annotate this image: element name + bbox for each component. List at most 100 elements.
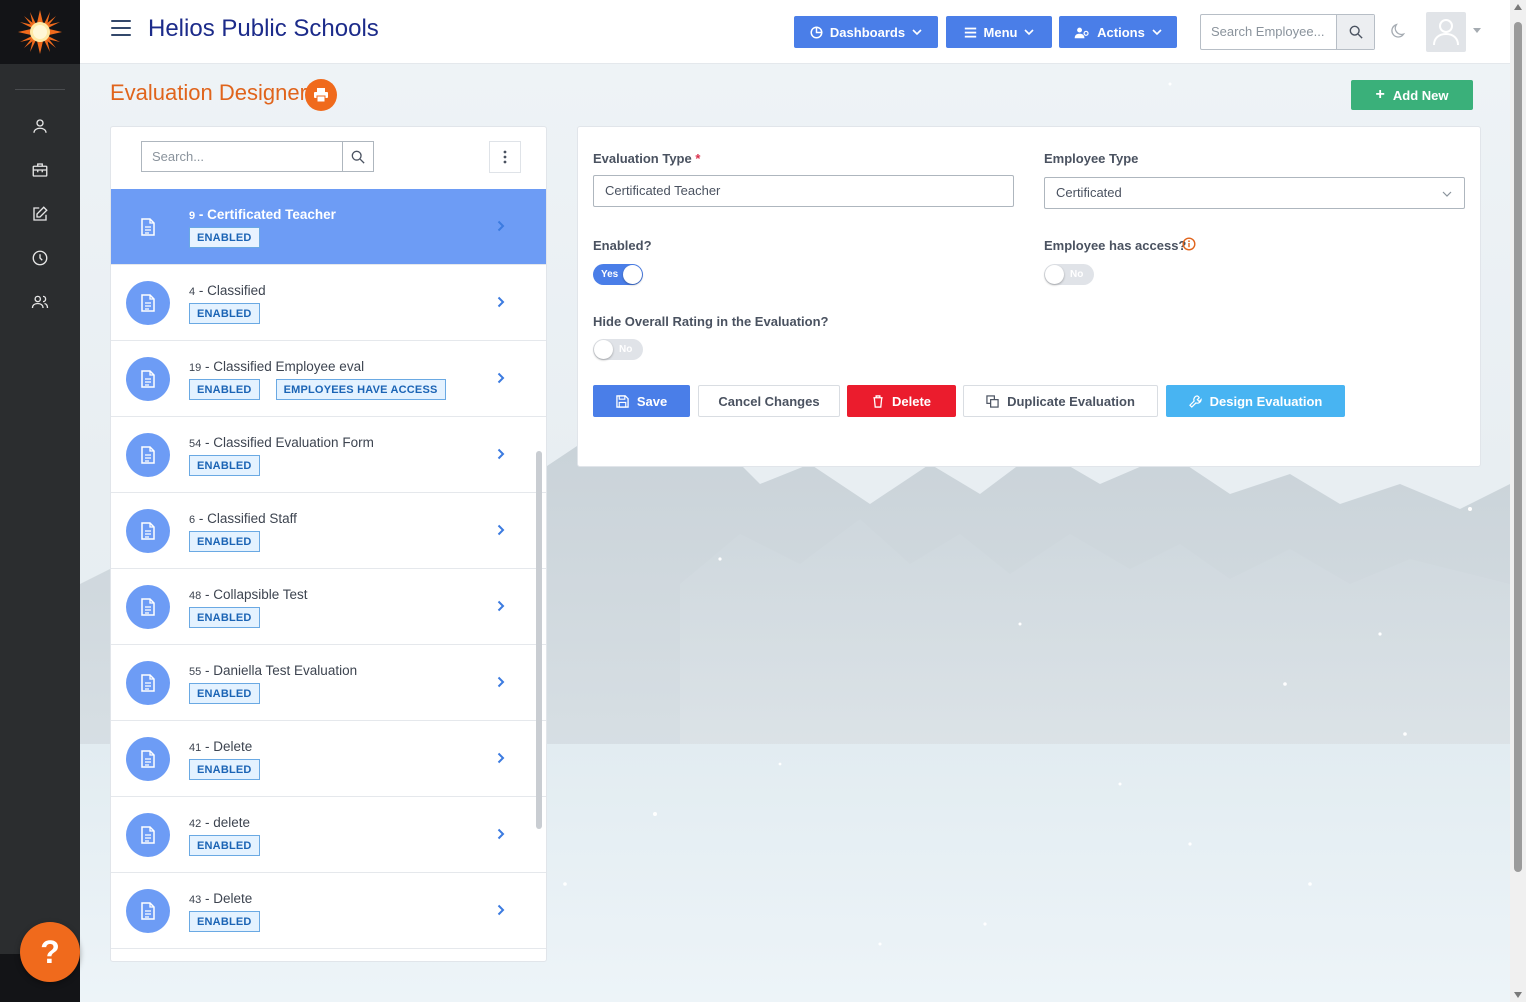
evaluation-list-panel: Search... 9 - Certificated Teacher ENABL… bbox=[110, 126, 547, 962]
scroll-down-icon[interactable] bbox=[1514, 992, 1522, 998]
emp-type-label: Employee Type bbox=[1044, 151, 1139, 166]
status-badge: ENABLED bbox=[189, 683, 260, 704]
add-new-button[interactable]: + Add New bbox=[1351, 80, 1473, 110]
list-item-name: Classified Staff bbox=[207, 511, 297, 526]
list-item[interactable]: 19 - Classified Employee eval ENABLED EMP… bbox=[111, 341, 546, 417]
list-options-button[interactable] bbox=[489, 141, 521, 173]
list-search-button[interactable] bbox=[342, 142, 373, 171]
list-item[interactable]: 9 - Certificated Teacher ENABLED bbox=[111, 189, 546, 265]
document-icon bbox=[141, 598, 155, 616]
list-search-input[interactable]: Search... bbox=[142, 142, 342, 171]
sun-logo-icon bbox=[18, 10, 62, 54]
chevron-right-icon[interactable] bbox=[497, 524, 505, 536]
document-icon-circle bbox=[126, 509, 170, 553]
chevron-right-icon[interactable] bbox=[497, 372, 505, 384]
duplicate-evaluation-button[interactable]: Duplicate Evaluation bbox=[963, 385, 1158, 417]
sidebar-item-jobs[interactable] bbox=[0, 148, 80, 192]
list-item-badges: ENABLED bbox=[189, 835, 260, 856]
list-item-number: 9 bbox=[189, 210, 196, 222]
chevron-right-icon[interactable] bbox=[497, 828, 505, 840]
edit-icon bbox=[33, 206, 48, 221]
delete-label: Delete bbox=[891, 393, 932, 409]
list-item[interactable]: 43 - Delete ENABLED bbox=[111, 873, 546, 949]
list-item-number: 43 bbox=[189, 894, 202, 906]
save-button[interactable]: Save bbox=[593, 385, 690, 417]
page-scrollbar[interactable] bbox=[1510, 0, 1526, 1002]
required-marker: * bbox=[695, 151, 701, 166]
list-item-badges: ENABLED bbox=[189, 227, 260, 248]
menu-button[interactable]: Menu bbox=[946, 16, 1052, 48]
document-icon bbox=[141, 902, 155, 920]
avatar-caret-icon[interactable] bbox=[1473, 28, 1481, 33]
status-badge: ENABLED bbox=[189, 531, 260, 552]
employee-search-input[interactable]: Search Employee... bbox=[1201, 15, 1336, 49]
cancel-changes-button[interactable]: Cancel Changes bbox=[698, 385, 840, 417]
scrollbar-thumb[interactable] bbox=[1514, 22, 1522, 872]
chevron-right-icon[interactable] bbox=[497, 752, 505, 764]
employee-search[interactable]: Search Employee... bbox=[1200, 14, 1375, 50]
design-evaluation-button[interactable]: Design Evaluation bbox=[1166, 385, 1345, 417]
status-badge: ENABLED bbox=[189, 607, 260, 628]
list-item[interactable]: 55 - Daniella Test Evaluation ENABLED bbox=[111, 645, 546, 721]
print-button[interactable] bbox=[305, 79, 337, 111]
search-icon bbox=[1349, 25, 1363, 39]
toggle-knob bbox=[594, 340, 613, 359]
add-new-label: Add New bbox=[1392, 87, 1449, 103]
list-item[interactable]: 42 - delete ENABLED bbox=[111, 797, 546, 873]
avatar[interactable] bbox=[1426, 12, 1466, 52]
emp-access-toggle[interactable]: No bbox=[1044, 264, 1094, 285]
document-icon bbox=[141, 446, 155, 464]
status-badge: ENABLED bbox=[189, 835, 260, 856]
dark-mode-toggle[interactable] bbox=[1390, 22, 1408, 43]
list-item-badges: ENABLED bbox=[189, 303, 260, 324]
sidebar-item-groups[interactable] bbox=[0, 280, 80, 324]
document-icon-circle bbox=[126, 889, 170, 933]
actions-button[interactable]: Actions bbox=[1059, 16, 1177, 48]
chevron-right-icon[interactable] bbox=[497, 600, 505, 612]
sidebar-item-evaluations[interactable] bbox=[0, 192, 80, 236]
scroll-up-icon[interactable] bbox=[1514, 4, 1522, 10]
dashboards-button[interactable]: Dashboards bbox=[794, 16, 938, 48]
status-badge: ENABLED bbox=[189, 227, 260, 248]
emp-type-select[interactable]: Certificated bbox=[1044, 177, 1465, 209]
document-icon bbox=[141, 294, 155, 312]
chevron-right-icon[interactable] bbox=[497, 296, 505, 308]
list-item-title: 54 - Classified Evaluation Form bbox=[189, 435, 374, 450]
info-icon[interactable] bbox=[1182, 237, 1196, 251]
chevron-right-icon[interactable] bbox=[497, 220, 505, 232]
helios-logo[interactable] bbox=[0, 0, 80, 64]
chevron-right-icon[interactable] bbox=[497, 676, 505, 688]
list-item[interactable]: 6 - Classified Staff ENABLED bbox=[111, 493, 546, 569]
list-scrollbar[interactable] bbox=[536, 451, 542, 829]
document-icon-circle bbox=[126, 737, 170, 781]
list-item[interactable]: 48 - Collapsible Test ENABLED bbox=[111, 569, 546, 645]
status-badge: ENABLED bbox=[189, 911, 260, 932]
delete-button[interactable]: Delete bbox=[847, 385, 956, 417]
employee-search-button[interactable] bbox=[1336, 15, 1374, 49]
chevron-right-icon[interactable] bbox=[497, 904, 505, 916]
list-search[interactable]: Search... bbox=[141, 141, 374, 172]
sidebar-item-profile[interactable] bbox=[0, 104, 80, 148]
eval-type-input[interactable]: Certificated Teacher bbox=[593, 175, 1014, 207]
chevron-right-icon[interactable] bbox=[497, 448, 505, 460]
clock-icon bbox=[32, 250, 48, 266]
list-item[interactable]: 54 - Classified Evaluation Form ENABLED bbox=[111, 417, 546, 493]
list-item-title: 43 - Delete bbox=[189, 891, 253, 906]
list-item-number: 55 bbox=[189, 666, 202, 678]
hide-rating-toggle[interactable]: No bbox=[593, 339, 643, 360]
list-item[interactable]: 41 - Delete ENABLED bbox=[111, 721, 546, 797]
toggle-knob bbox=[1045, 265, 1064, 284]
app-title: Helios Public Schools bbox=[148, 15, 379, 42]
document-icon bbox=[141, 750, 155, 768]
chevron-down-icon bbox=[1024, 29, 1035, 36]
help-button[interactable]: ? bbox=[20, 922, 80, 982]
sidebar-item-history[interactable] bbox=[0, 236, 80, 280]
list-item-name: Certificated Teacher bbox=[207, 207, 336, 222]
plus-icon: + bbox=[1375, 86, 1385, 103]
list-item-name: Classified Employee eval bbox=[213, 359, 365, 374]
list-item[interactable]: 4 - Classified ENABLED bbox=[111, 265, 546, 341]
hamburger-menu-icon[interactable] bbox=[111, 20, 131, 36]
search-icon bbox=[351, 150, 365, 164]
enabled-toggle[interactable]: Yes bbox=[593, 264, 643, 285]
list-item-number: 54 bbox=[189, 438, 202, 450]
